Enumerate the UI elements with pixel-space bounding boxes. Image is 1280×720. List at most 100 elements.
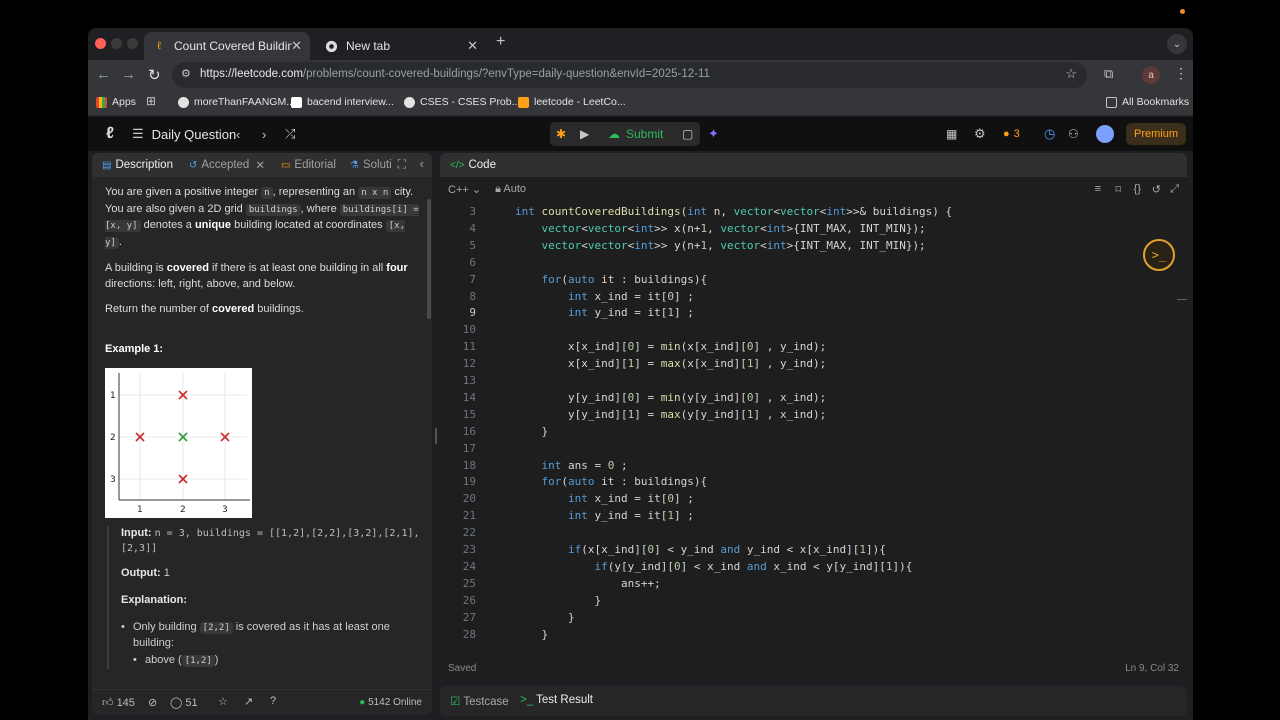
- fullscreen-icon[interactable]: ⤢: [1170, 183, 1179, 196]
- next-problem-icon[interactable]: ›: [262, 124, 266, 144]
- forward-icon[interactable]: →: [121, 66, 136, 83]
- code-line[interactable]: 8 int x_ind = it[0] ;: [440, 288, 1187, 305]
- bookmark-star-icon[interactable]: ☆: [1065, 66, 1077, 82]
- close-tab-icon[interactable]: ✕: [255, 158, 265, 172]
- problem-list-button[interactable]: ☰ Daily Question: [132, 124, 236, 144]
- minimize-window-button[interactable]: [111, 38, 122, 49]
- code-line[interactable]: 18 int ans = 0 ;: [440, 457, 1187, 474]
- auto-mode-toggle[interactable]: 🔒︎ Auto: [495, 183, 526, 196]
- code-line[interactable]: 26 }: [440, 592, 1187, 609]
- streak-counter[interactable]: ● 3: [1003, 124, 1020, 144]
- profile-avatar[interactable]: a: [1142, 66, 1160, 84]
- tab-leetcode[interactable]: ℓ Count Covered Buildings - Le ✕: [144, 32, 310, 60]
- code-line[interactable]: 6: [440, 254, 1187, 271]
- collapse-icon[interactable]: ‹: [420, 156, 424, 171]
- help-icon[interactable]: ?: [270, 695, 276, 707]
- assistant-icon[interactable]: >_: [1143, 239, 1175, 271]
- code-line[interactable]: 9 int y_ind = it[1] ;: [440, 304, 1187, 321]
- code-line[interactable]: 21 int y_ind = it[1] ;: [440, 507, 1187, 524]
- code-line[interactable]: 13: [440, 372, 1187, 389]
- leetcode-logo-icon[interactable]: ℓ: [100, 124, 120, 144]
- add-friend-icon[interactable]: ⚇: [1068, 124, 1079, 144]
- site-info-icon[interactable]: ⚙: [181, 67, 191, 80]
- url-text[interactable]: https://leetcode.com/problems/count-cove…: [200, 68, 710, 80]
- new-tab-button[interactable]: +: [496, 33, 505, 51]
- extensions-icon[interactable]: ⧉: [1104, 66, 1113, 82]
- tab-testcase[interactable]: ☑ Testcase: [450, 694, 509, 708]
- code-line[interactable]: 5 vector<vector<int>> y(n+1, vector<int>…: [440, 237, 1187, 254]
- user-avatar[interactable]: [1096, 125, 1114, 143]
- tab-editorial[interactable]: ▭ Editorial: [281, 159, 336, 171]
- comments-button[interactable]: ◯ 51: [170, 696, 198, 709]
- all-bookmarks[interactable]: All Bookmarks: [1106, 96, 1189, 108]
- bookmark-icon[interactable]: ⌑: [1115, 183, 1121, 196]
- layout-icon[interactable]: ▦: [946, 124, 957, 144]
- code-line[interactable]: 25 ans++;: [440, 575, 1187, 592]
- line-number: 12: [462, 357, 476, 371]
- omnibox[interactable]: ⚙ https://leetcode.com/problems/count-co…: [172, 62, 1087, 88]
- line-number: 19: [462, 475, 476, 489]
- code-line[interactable]: 4 vector<vector<int>> x(n+1, vector<int>…: [440, 220, 1187, 237]
- bookmark-cses[interactable]: CSES - CSES Prob...: [404, 96, 520, 108]
- ai-sparkle-icon[interactable]: ✦: [708, 124, 719, 144]
- reset-icon[interactable]: ↺: [1152, 183, 1161, 196]
- back-icon[interactable]: ←: [96, 66, 111, 83]
- code-line[interactable]: 27 }: [440, 609, 1187, 626]
- tab-new-tab[interactable]: New tab ✕: [316, 32, 486, 60]
- tab-test-result[interactable]: >_ Test Result: [520, 694, 593, 706]
- code-line[interactable]: 14 y[y_ind][0] = min(y[y_ind][0] , x_ind…: [440, 389, 1187, 406]
- settings-icon[interactable]: ⚙: [974, 124, 986, 144]
- code-line[interactable]: 12 x[x_ind][1] = max(x[x_ind][1] , y_ind…: [440, 355, 1187, 372]
- code-line[interactable]: 20 int x_ind = it[0] ;: [440, 490, 1187, 507]
- expand-icon[interactable]: ⛶: [398, 157, 406, 172]
- favorite-star-icon[interactable]: ☆: [218, 695, 228, 708]
- dislike-button[interactable]: ⊘: [148, 696, 157, 709]
- tab-solutions[interactable]: ⚗ Soluti: [350, 159, 392, 171]
- run-button[interactable]: ▶: [580, 124, 589, 144]
- code-line[interactable]: 22: [440, 524, 1187, 541]
- submit-button[interactable]: ☁ Submit: [608, 124, 663, 144]
- chrome-menu-icon[interactable]: ⋮: [1174, 65, 1188, 82]
- close-tab-icon[interactable]: ✕: [291, 38, 302, 54]
- tab-search-icon[interactable]: ⌄: [1167, 34, 1187, 54]
- language-select[interactable]: C++ ⌄: [448, 183, 481, 196]
- tab-accepted[interactable]: ↺ Accepted ✕: [189, 158, 265, 172]
- premium-button[interactable]: Premium: [1126, 123, 1186, 145]
- bookmark-bacend-interview[interactable]: bacend interview...: [291, 96, 394, 108]
- close-tab-icon[interactable]: ✕: [467, 38, 478, 54]
- description-scrollbar[interactable]: [427, 199, 431, 319]
- share-icon[interactable]: ↗: [244, 695, 253, 708]
- shuffle-icon[interactable]: ⤮: [285, 124, 295, 144]
- maximize-window-button[interactable]: [127, 38, 138, 49]
- code-line[interactable]: 15 y[y_ind][1] = max(y[y_ind][1] , x_ind…: [440, 406, 1187, 423]
- reload-icon[interactable]: ↻: [148, 66, 161, 84]
- tab-groups-icon[interactable]: ⊞: [146, 94, 156, 108]
- code-line[interactable]: 11 x[x_ind][0] = min(x[x_ind][0] , y_ind…: [440, 338, 1187, 355]
- format-icon[interactable]: ≡: [1095, 183, 1101, 195]
- tab-description[interactable]: ▤ Description: [102, 159, 173, 171]
- code-line[interactable]: 7 for(auto it : buildings){: [440, 271, 1187, 288]
- code-line[interactable]: 10: [440, 321, 1187, 338]
- code-line[interactable]: 28 }: [440, 626, 1187, 643]
- globe-icon: [404, 96, 415, 108]
- code-line[interactable]: 24 if(y[y_ind][0] < x_ind and x_ind < y[…: [440, 558, 1187, 575]
- close-window-button[interactable]: [95, 38, 106, 49]
- tab-title: Count Covered Buildings - Le: [174, 39, 292, 53]
- bookmark-leetcode[interactable]: leetcode - LeetCo...: [518, 96, 626, 108]
- bookmark-apps[interactable]: Apps: [96, 96, 136, 108]
- like-button[interactable]: 👍︎ 145: [102, 696, 135, 709]
- debug-icon[interactable]: ✱: [556, 124, 566, 144]
- timer-icon[interactable]: ◷: [1044, 124, 1055, 144]
- line-number: 17: [462, 441, 476, 455]
- code-line[interactable]: 3 int countCoveredBuildings(int n, vector…: [440, 203, 1187, 220]
- code-line[interactable]: 19 for(auto it : buildings){: [440, 473, 1187, 490]
- code-line[interactable]: 17: [440, 440, 1187, 457]
- code-line[interactable]: 16 }: [440, 423, 1187, 440]
- bookmark-morethanfaangm[interactable]: moreThanFAANGM...: [178, 96, 295, 108]
- tab-code[interactable]: </> Code: [450, 159, 496, 171]
- notes-icon[interactable]: ▢: [682, 124, 693, 144]
- code-line[interactable]: 23 if(x[x_ind][0] < y_ind and y_ind < x[…: [440, 541, 1187, 558]
- braces-icon[interactable]: {}: [1134, 183, 1141, 195]
- prev-problem-icon[interactable]: ‹: [236, 124, 240, 144]
- panel-resizer[interactable]: [435, 428, 437, 444]
